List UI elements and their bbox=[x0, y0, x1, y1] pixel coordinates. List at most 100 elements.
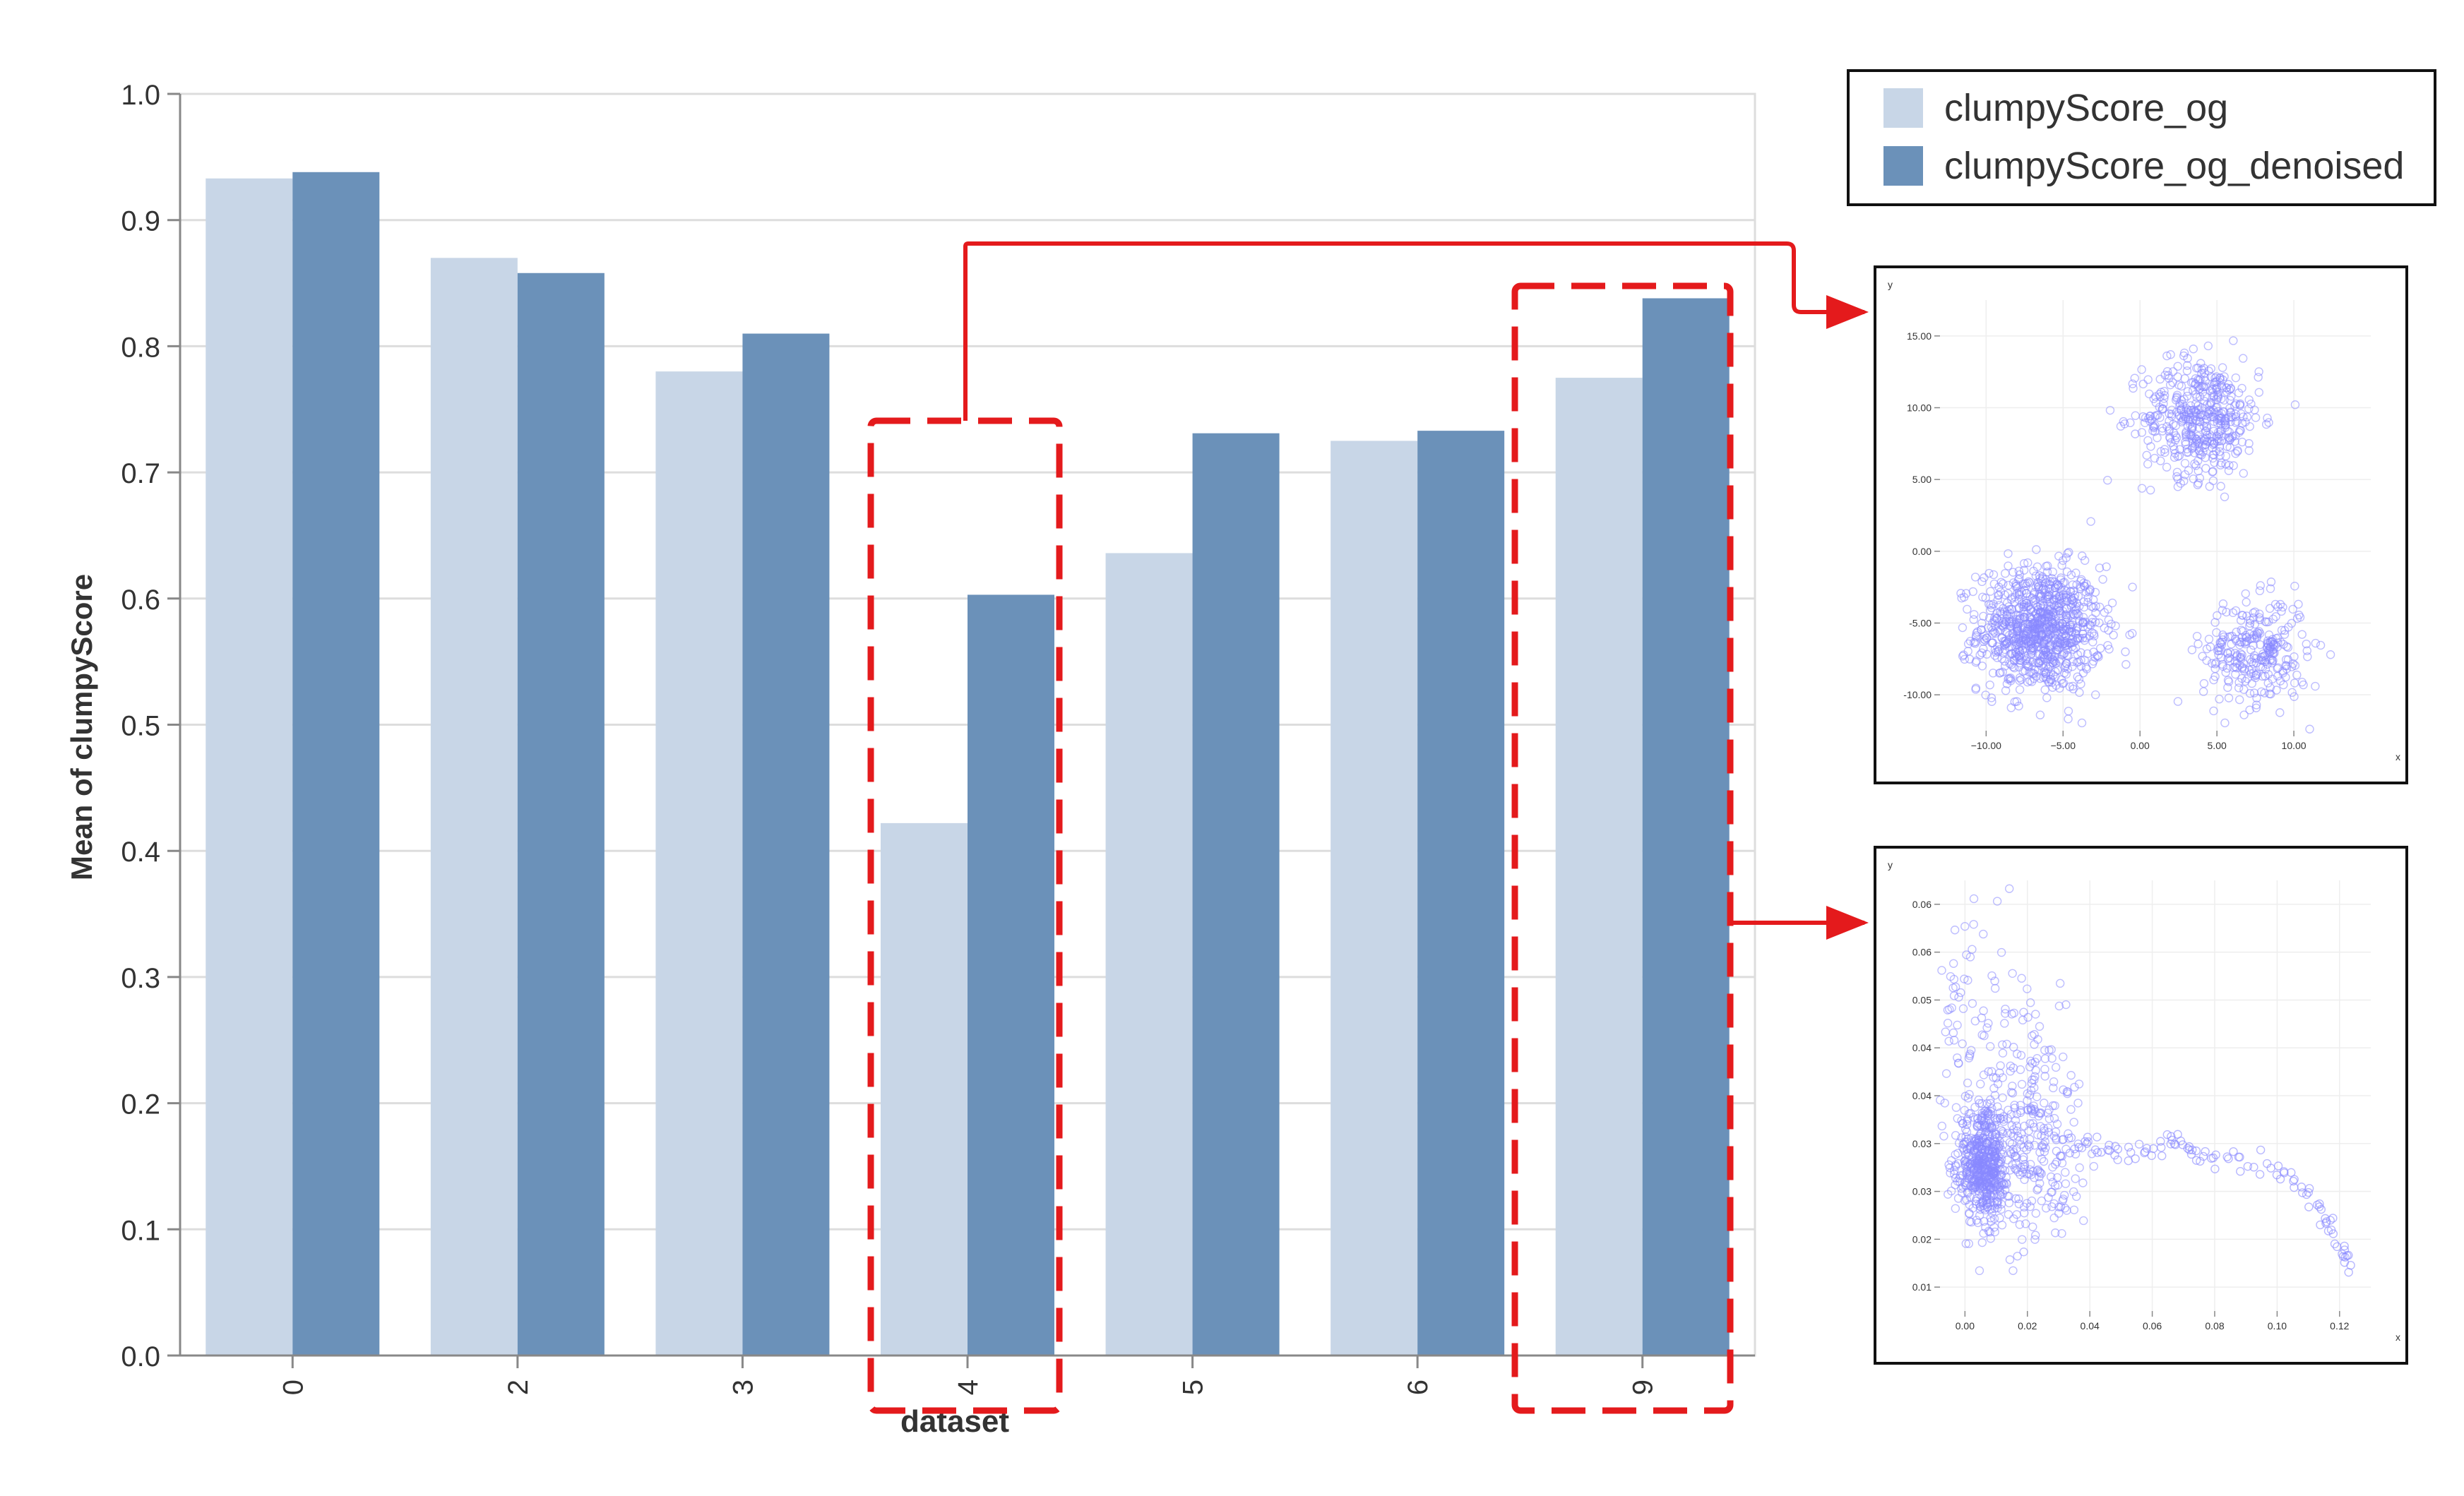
y-tick-label: 0.7 bbox=[121, 458, 160, 489]
scatter-point bbox=[2177, 381, 2186, 391]
bar-clumpyScore_og_denoised-2 bbox=[517, 273, 605, 1356]
scatter-point bbox=[1970, 610, 1979, 619]
scatter-point bbox=[2016, 1065, 2025, 1075]
scatter-point bbox=[2080, 556, 2090, 566]
inset-y-axis-title: y bbox=[1888, 279, 1893, 290]
scatter-point bbox=[1956, 988, 1965, 998]
scatter-point bbox=[2031, 1209, 2040, 1218]
scatter-point bbox=[2311, 681, 2320, 691]
scatter-point bbox=[1941, 1069, 1951, 1078]
inset-y-tick-label: -5.00 bbox=[1909, 618, 1932, 629]
scatter-point bbox=[2079, 1216, 2088, 1226]
scatter-point bbox=[1948, 983, 1958, 993]
bar-clumpyScore_og_denoised-3 bbox=[742, 333, 830, 1356]
bar-clumpyScore_og_denoised-9 bbox=[1642, 298, 1730, 1356]
scatter-point bbox=[2004, 580, 2013, 590]
y-tick-label: 0.2 bbox=[121, 1089, 160, 1120]
x-tick-label: 9 bbox=[1628, 1380, 1659, 1395]
scatter-point bbox=[1977, 1238, 1987, 1247]
y-tick-label: 0.0 bbox=[121, 1341, 160, 1372]
scatter-point bbox=[2069, 1118, 2078, 1127]
scatter-point bbox=[2304, 1202, 2314, 1211]
scatter-point bbox=[2275, 708, 2285, 717]
inset-scatter-dataset-9: 0.01 0.02 0.03 0.03 0.04 0.04 0.05 0.06 0.06 0.00… bbox=[1874, 846, 2408, 1365]
inset-y-tick-label: 0.02 bbox=[1912, 1233, 1932, 1245]
y-tick-label: 0.4 bbox=[121, 837, 160, 868]
scatter-point bbox=[2192, 631, 2202, 641]
bar-clumpyScore_og_denoised-5 bbox=[1192, 433, 1280, 1356]
scatter-point bbox=[2239, 469, 2248, 478]
scatter-point bbox=[1982, 1023, 1992, 1032]
scatter-point bbox=[2017, 1079, 2027, 1089]
scatter-point bbox=[2208, 476, 2218, 486]
scatter-point bbox=[1968, 999, 1977, 1008]
scatter-point bbox=[2031, 1010, 2040, 1019]
legend-label-denoised: clumpyScore_og_denoised bbox=[1944, 145, 2405, 187]
scatter-point bbox=[2220, 492, 2230, 501]
scatter-point bbox=[2305, 724, 2314, 734]
scatter-point bbox=[2316, 640, 2326, 650]
inset-x-tick-label: −10.00 bbox=[1971, 740, 2001, 751]
y-tick-label: 0.9 bbox=[121, 206, 160, 237]
scatter-point bbox=[2297, 630, 2307, 639]
inset-scatter-plot-top: -10.00 -5.00 0.00 5.00 10.00 15.00 −10.00 −5.00… bbox=[1888, 279, 2400, 762]
scatter-point bbox=[2155, 374, 2165, 384]
scatter-point bbox=[2024, 1126, 2033, 1136]
scatter-point bbox=[1948, 1028, 1958, 1038]
scatter-point bbox=[2234, 695, 2244, 705]
scatter-point bbox=[2180, 374, 2189, 383]
scatter-point bbox=[2039, 1156, 2049, 1166]
scatter-point bbox=[2158, 1151, 2167, 1161]
scatter-point bbox=[1958, 623, 1968, 633]
y-axis-title: Mean of clumpyScore bbox=[65, 574, 98, 880]
scatter-point bbox=[2062, 1206, 2071, 1215]
scatter-point bbox=[1951, 1103, 1961, 1112]
inset-y-tick-label: 0.04 bbox=[1912, 1042, 1932, 1053]
scatter-point bbox=[2198, 652, 2207, 661]
scatter-point bbox=[2050, 1101, 2059, 1111]
x-tick-label: 6 bbox=[1403, 1380, 1434, 1395]
scatter-point bbox=[2019, 1007, 2028, 1017]
scatter-point bbox=[2231, 373, 2241, 383]
inset-scatter-dataset-4: -10.00 -5.00 0.00 5.00 10.00 15.00 −10.00 −5.00… bbox=[1874, 265, 2408, 784]
scatter-point bbox=[1996, 1061, 2005, 1070]
scatter-point bbox=[1953, 1053, 1962, 1063]
scatter-point bbox=[2109, 630, 2118, 640]
scatter-point bbox=[2005, 884, 2014, 893]
scatter-point bbox=[2064, 707, 2073, 716]
scatter-point bbox=[2078, 1178, 2088, 1187]
x-tick-label: 2 bbox=[503, 1380, 534, 1395]
scatter-point bbox=[2066, 1070, 2076, 1080]
scatter-point bbox=[2019, 1247, 2028, 1257]
scatter-point bbox=[2199, 678, 2209, 688]
bar-clumpyScore_og-6 bbox=[1331, 441, 1418, 1356]
scatter-point bbox=[2095, 644, 2105, 653]
scatter-point bbox=[2229, 336, 2238, 345]
scatter-point bbox=[2142, 450, 2151, 460]
scatter-point bbox=[2209, 706, 2218, 716]
scatter-point bbox=[1998, 1048, 2008, 1058]
scatter-point bbox=[2246, 645, 2256, 654]
y-tick-label: 0.1 bbox=[121, 1215, 160, 1246]
inset-y-tick-label: 0.03 bbox=[1912, 1138, 1932, 1149]
scatter-point bbox=[1975, 1266, 1984, 1276]
legend-swatch-og bbox=[1883, 88, 1923, 128]
bar-clumpyScore_og-0 bbox=[206, 178, 293, 1356]
scatter-point bbox=[1953, 1020, 1962, 1030]
scatter-point bbox=[2218, 363, 2227, 372]
scatter-point bbox=[2238, 354, 2248, 363]
scatter-point bbox=[2131, 411, 2140, 420]
legend: clumpyScore_og clumpyScore_og_denoised bbox=[1847, 69, 2436, 206]
scatter-point bbox=[2205, 481, 2214, 491]
bar-clumpyScore_og-2 bbox=[430, 258, 518, 1356]
scatter-point bbox=[2006, 1067, 2015, 1076]
scatter-point bbox=[2346, 1260, 2355, 1270]
scatter-point bbox=[2256, 581, 2265, 590]
scatter-point bbox=[1995, 1214, 2004, 1223]
x-tick-label: 3 bbox=[727, 1380, 758, 1395]
y-tick-label: 0.8 bbox=[121, 332, 160, 363]
scatter-point bbox=[2245, 421, 2254, 431]
scatter-point bbox=[2295, 613, 2305, 622]
scatter-point bbox=[2254, 373, 2263, 382]
scatter-point bbox=[1941, 1027, 1951, 1036]
